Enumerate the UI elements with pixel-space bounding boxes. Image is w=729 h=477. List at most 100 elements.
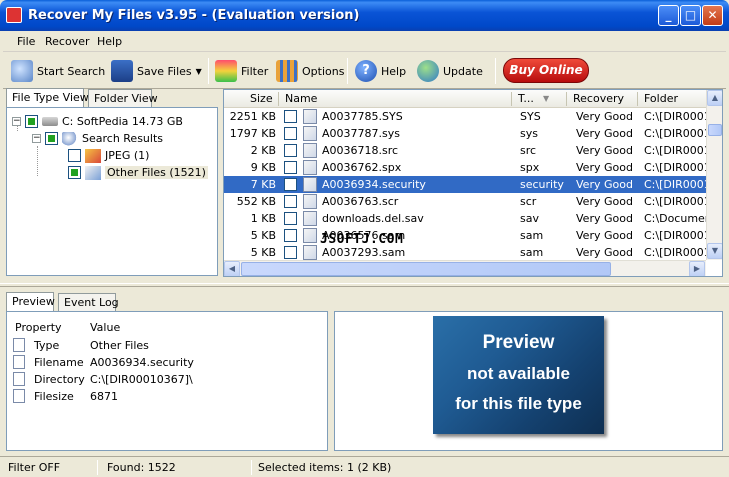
row-checkbox[interactable] [284, 161, 297, 174]
cell-size: 9 KB [250, 161, 276, 174]
cell-name: A0036934.security [322, 178, 426, 191]
table-row[interactable]: 2251 KB A0037785.SYS SYS Very Good C:\[DIR00… [224, 108, 706, 125]
table-row[interactable]: 7 KB A0036934.security security Very Good C:… [224, 176, 706, 193]
cell-name: A0036763.scr [322, 195, 399, 208]
table-row[interactable]: 1797 KB A0037787.sys sys Very Good C:\[DIR00… [224, 125, 706, 142]
column-property: Property [15, 321, 62, 334]
update-button[interactable]: Update [417, 59, 483, 83]
row-checkbox[interactable] [284, 246, 297, 259]
tree-checkbox[interactable] [68, 149, 81, 162]
property-name: Filename [34, 356, 84, 369]
tree-item-search-results[interactable]: − Search Results [32, 130, 163, 147]
column-folder[interactable]: Folder [644, 92, 678, 105]
cell-name: A0037785.SYS [322, 110, 403, 123]
collapse-icon[interactable]: − [12, 117, 21, 126]
chevron-down-icon[interactable]: ▼ [196, 67, 202, 76]
tree-label-other-files: Other Files (1521) [105, 166, 208, 179]
scroll-thumb[interactable] [708, 124, 722, 136]
file-icon [303, 177, 317, 192]
cell-folder: C:\[DIR0001 [644, 229, 706, 242]
cell-recovery: Very Good [576, 178, 633, 191]
row-checkbox[interactable] [284, 229, 297, 242]
property-value: 6871 [90, 390, 118, 403]
collapse-icon[interactable]: − [32, 134, 41, 143]
scroll-right-button[interactable]: ▶ [689, 261, 705, 276]
row-checkbox[interactable] [284, 178, 297, 191]
scroll-left-button[interactable]: ◀ [224, 261, 240, 276]
table-row[interactable]: 5 KB A0037293.sam sam Very Good C:\[DIR0001 [224, 244, 706, 261]
column-type[interactable]: T... [518, 92, 534, 105]
tree-item-other-files[interactable]: Other Files (1521) [68, 164, 208, 181]
tree-checkbox[interactable] [68, 166, 81, 179]
row-checkbox[interactable] [284, 144, 297, 157]
tab-folder-view[interactable]: Folder View [88, 89, 158, 107]
cell-type: SYS [520, 110, 541, 123]
row-checkbox[interactable] [284, 127, 297, 140]
buy-online-button[interactable]: Buy Online [503, 58, 589, 83]
toolbar-separator [208, 58, 209, 84]
menu-file[interactable]: File [17, 35, 35, 48]
horizontal-scrollbar[interactable]: ◀ ▶ [224, 260, 706, 276]
maximize-button[interactable]: □ [680, 5, 701, 26]
tree-item-jpeg[interactable]: JPEG (1) [68, 147, 149, 164]
column-size[interactable]: Size [250, 92, 273, 105]
cell-size: 5 KB [250, 229, 276, 242]
menu-recover[interactable]: Recover [45, 35, 90, 48]
table-row[interactable]: 1 KB downloads.del.sav sav Very Good C:\Docu… [224, 210, 706, 227]
table-row[interactable]: 5 KB A0036576.sam sam Very Good C:\[DIR0001 [224, 227, 706, 244]
close-button[interactable]: ✕ [702, 5, 723, 26]
cell-size: 552 KB [236, 195, 276, 208]
start-search-button[interactable]: Start Search [11, 59, 105, 83]
scroll-thumb[interactable] [241, 262, 611, 276]
cell-folder: C:\[DIR0001 [644, 178, 706, 191]
table-row[interactable]: 2 KB A0036718.src src Very Good C:\[DIR0001 [224, 142, 706, 159]
file-icon [303, 126, 317, 141]
file-icon [303, 245, 317, 260]
property-row: Directory C:\[DIR00010367]\ [7, 371, 327, 388]
horizontal-splitter[interactable] [0, 283, 729, 287]
table-row[interactable]: 552 KB A0036763.scr scr Very Good C:\[DIR000… [224, 193, 706, 210]
cell-type: src [520, 144, 537, 157]
menu-help[interactable]: Help [97, 35, 122, 48]
tree-label-jpeg: JPEG (1) [105, 149, 150, 162]
column-recovery[interactable]: Recovery [573, 92, 624, 105]
status-selected: Selected items: 1 (2 KB) [258, 461, 392, 474]
minimize-button[interactable]: _ [658, 5, 679, 26]
table-row[interactable]: 9 KB A0036762.spx spx Very Good C:\[DIR0001 [224, 159, 706, 176]
scroll-up-button[interactable]: ▲ [707, 90, 722, 106]
property-value: Other Files [90, 339, 149, 352]
title-bar: Recover My Files v3.95 - (Evaluation ver… [0, 0, 729, 31]
file-icon [303, 194, 317, 209]
property-name: Filesize [34, 390, 74, 403]
file-icon [85, 165, 101, 180]
tab-preview[interactable]: Preview [6, 292, 55, 311]
cell-size: 7 KB [250, 178, 276, 191]
tree-checkbox[interactable] [45, 132, 58, 145]
save-files-button[interactable]: Save Files ▼ [111, 59, 202, 83]
tree-checkbox[interactable] [25, 115, 38, 128]
property-icon [13, 338, 25, 352]
vertical-scrollbar[interactable]: ▲ ▼ [706, 90, 722, 260]
filter-button[interactable]: Filter [215, 59, 268, 83]
row-checkbox[interactable] [284, 212, 297, 225]
column-name[interactable]: Name [285, 92, 317, 105]
row-checkbox[interactable] [284, 195, 297, 208]
save-files-label: Save Files [137, 64, 192, 78]
cell-size: 1 KB [250, 212, 276, 225]
help-label: Help [381, 64, 407, 78]
row-checkbox[interactable] [284, 110, 297, 123]
scroll-down-button[interactable]: ▼ [707, 243, 722, 259]
tab-event-log[interactable]: Event Log [58, 293, 119, 311]
options-button[interactable]: Options [276, 59, 344, 83]
toolbar: Start Search Save Files ▼ Filter Options… [3, 52, 726, 89]
toolbar-separator [495, 58, 496, 84]
tree-item-drive[interactable]: − C: SoftPedia 14.73 GB [12, 113, 183, 130]
options-icon [276, 60, 298, 82]
watermark: JSOFTJ.COM [320, 232, 404, 247]
cell-type: sam [520, 229, 544, 242]
cell-recovery: Very Good [576, 246, 633, 259]
property-icon [13, 389, 25, 403]
help-button[interactable]: ? Help [355, 59, 406, 83]
tab-file-type-view[interactable]: File Type View [6, 88, 89, 107]
drive-icon [42, 117, 58, 126]
